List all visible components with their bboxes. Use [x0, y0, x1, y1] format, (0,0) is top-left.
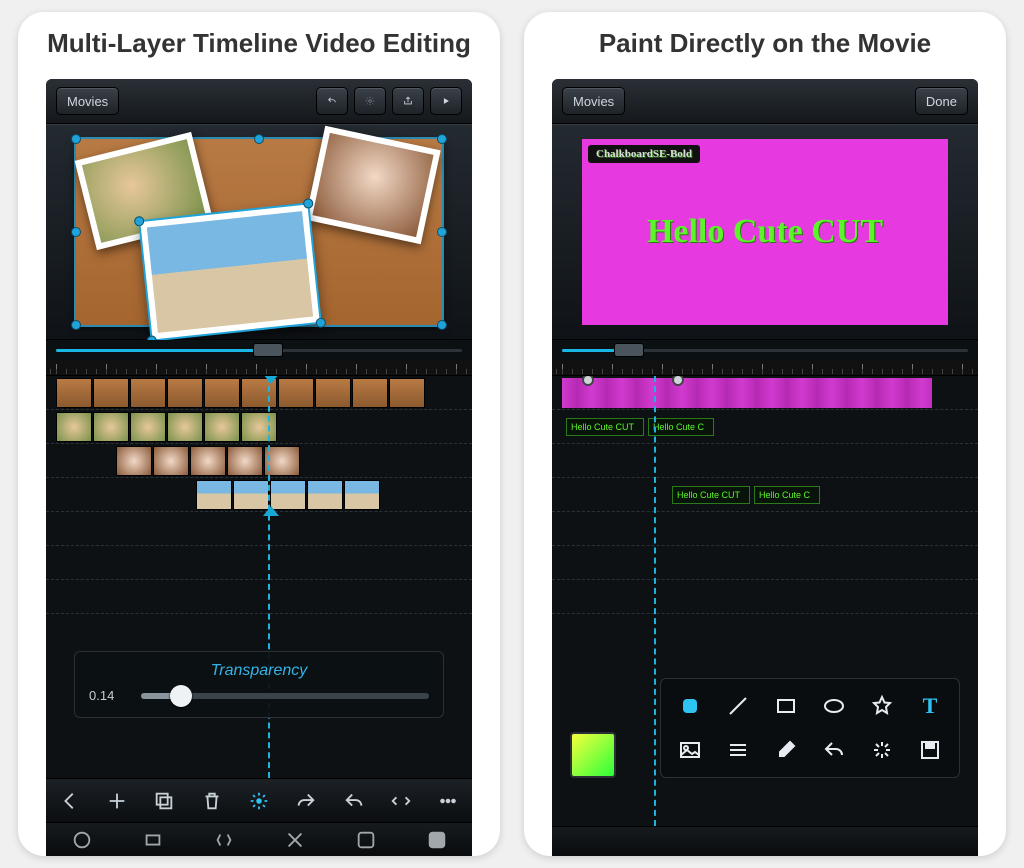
fit-button[interactable]: [387, 787, 415, 815]
copy-button[interactable]: [150, 787, 178, 815]
card-title: Multi-Layer Timeline Video Editing: [18, 12, 500, 79]
timeline-track-4[interactable]: [46, 478, 472, 512]
preview-area[interactable]: [46, 124, 472, 340]
selected-clip-frame[interactable]: [76, 139, 442, 325]
timeline-track-1[interactable]: [46, 376, 472, 410]
delete-button[interactable]: [198, 787, 226, 815]
screenshot-left: Multi-Layer Timeline Video Editing Movie…: [18, 12, 500, 856]
tool-line[interactable]: [719, 689, 757, 723]
undo-button[interactable]: [316, 87, 348, 115]
preview-area[interactable]: Hello Cute CUT ChalkboardSE-Bold: [552, 124, 978, 340]
canvas-text: Hello Cute CUT: [647, 213, 883, 251]
edit-toolbar: [46, 778, 472, 822]
bottom-ruler: [552, 826, 978, 856]
color-swatch[interactable]: [570, 732, 616, 778]
phone-frame: Movies: [46, 79, 472, 856]
share-button[interactable]: [392, 87, 424, 115]
panel-title: Transparency: [89, 662, 429, 680]
play-button[interactable]: [430, 87, 462, 115]
share-icon: [403, 96, 413, 106]
gear-icon: [365, 96, 375, 106]
timeline-track-3[interactable]: Hello Cute CUT Hello Cute C: [552, 478, 978, 512]
paint-canvas[interactable]: Hello Cute CUT ChalkboardSE-Bold: [582, 139, 948, 325]
tool-rect[interactable]: [767, 689, 805, 723]
timeline[interactable]: Hello Cute CUT Hello Cute C Hello Cute C…: [552, 376, 978, 826]
photo-3[interactable]: [140, 205, 319, 340]
video-clip[interactable]: [562, 378, 932, 408]
photo-2: [305, 126, 440, 244]
more-button[interactable]: [434, 787, 462, 815]
tool-fill-rect[interactable]: [671, 689, 709, 723]
timeline-track-1[interactable]: [552, 376, 978, 410]
tool-lines[interactable]: [719, 733, 757, 767]
text-clip[interactable]: Hello Cute CUT: [672, 486, 750, 504]
play-icon: [441, 96, 451, 106]
movies-button[interactable]: Movies: [56, 87, 119, 115]
tool-e[interactable]: [352, 826, 380, 854]
redo-button[interactable]: [292, 787, 320, 815]
timeline-ruler[interactable]: [552, 360, 978, 376]
tool-ellipse[interactable]: [815, 689, 853, 723]
screenshot-right: Paint Directly on the Movie Movies Done …: [524, 12, 1006, 856]
tool-sparkle[interactable]: [863, 733, 901, 767]
tool-f[interactable]: [423, 826, 451, 854]
settings-button[interactable]: [354, 87, 386, 115]
transparency-panel: Transparency 0.14: [74, 651, 444, 718]
tool-save[interactable]: [911, 733, 949, 767]
back-button[interactable]: [56, 787, 84, 815]
add-button[interactable]: [103, 787, 131, 815]
tool-star[interactable]: [863, 689, 901, 723]
text-clip[interactable]: Hello Cute C: [754, 486, 820, 504]
tool-d[interactable]: [281, 826, 309, 854]
paint-toolbox: T: [660, 678, 960, 778]
timeline[interactable]: Transparency 0.14: [46, 376, 472, 778]
font-badge[interactable]: ChalkboardSE-Bold: [588, 145, 700, 163]
seek-bar[interactable]: [552, 340, 978, 360]
movies-button[interactable]: Movies: [562, 87, 625, 115]
seek-handle[interactable]: [614, 343, 644, 357]
text-clip[interactable]: Hello Cute CUT: [566, 418, 644, 436]
transparency-slider[interactable]: [141, 693, 429, 699]
top-toolbar: Movies Done: [552, 79, 978, 124]
playhead[interactable]: [654, 376, 656, 826]
timeline-track-2[interactable]: Hello Cute CUT Hello Cute C: [552, 410, 978, 444]
done-button[interactable]: Done: [915, 87, 968, 115]
timeline-track-2[interactable]: [46, 410, 472, 444]
undo-icon: [327, 96, 337, 106]
slider-handle[interactable]: [170, 685, 192, 707]
tool-text[interactable]: T: [911, 689, 949, 723]
transparency-value: 0.14: [89, 688, 129, 703]
tool-eraser[interactable]: [767, 733, 805, 767]
tool-image[interactable]: [671, 733, 709, 767]
phone-frame: Movies Done Hello Cute CUT ChalkboardSE-…: [552, 79, 978, 856]
undo2-button[interactable]: [340, 787, 368, 815]
tool-undo[interactable]: [815, 733, 853, 767]
tool-a[interactable]: [68, 826, 96, 854]
seek-bar[interactable]: [46, 340, 472, 360]
edit-toolbar-secondary: [46, 822, 472, 856]
timeline-ruler[interactable]: [46, 360, 472, 376]
tool-b[interactable]: [139, 826, 167, 854]
effects-button[interactable]: [245, 787, 273, 815]
text-clip[interactable]: Hello Cute C: [648, 418, 714, 436]
timeline-track-3[interactable]: [46, 444, 472, 478]
tool-c[interactable]: [210, 826, 238, 854]
card-title: Paint Directly on the Movie: [524, 12, 1006, 79]
top-toolbar: Movies: [46, 79, 472, 124]
seek-handle[interactable]: [253, 343, 283, 357]
